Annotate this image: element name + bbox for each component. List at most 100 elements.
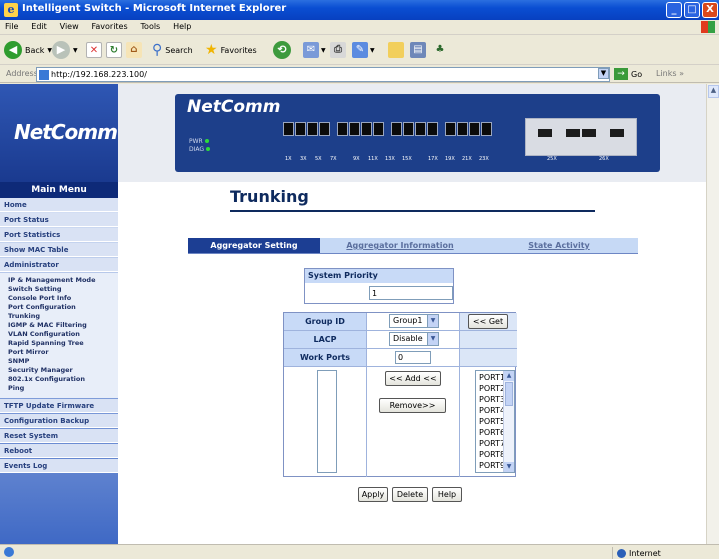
- scrollbar-thumb[interactable]: [505, 382, 513, 406]
- port-icon: [283, 122, 294, 136]
- submenu-ping[interactable]: Ping: [8, 384, 24, 392]
- menu-help[interactable]: Help: [168, 20, 196, 31]
- menu-favorites[interactable]: Favorites: [87, 20, 133, 31]
- list-item[interactable]: PORT4: [479, 406, 505, 415]
- delete-button[interactable]: Delete: [392, 487, 428, 502]
- menu-edit[interactable]: Edit: [26, 20, 52, 31]
- sidebar-item-port-statistics[interactable]: Port Statistics: [0, 228, 118, 242]
- list-item[interactable]: PORT8: [479, 450, 505, 459]
- refresh-button[interactable]: ↻: [106, 39, 122, 61]
- port-icon: [319, 122, 330, 136]
- menu-file[interactable]: File: [0, 20, 23, 31]
- home-button[interactable]: ⌂: [126, 39, 142, 61]
- page-scrollbar[interactable]: ▲: [706, 84, 719, 544]
- address-input[interactable]: http://192.168.223.100/: [36, 67, 610, 82]
- sidebar-item-port-status[interactable]: Port Status: [0, 213, 118, 227]
- sidebar-item-show-mac-table[interactable]: Show MAC Table: [0, 243, 118, 257]
- tab-state-activity[interactable]: State Activity: [480, 238, 638, 253]
- list-item[interactable]: PORT2: [479, 384, 505, 393]
- submenu-security-manager[interactable]: Security Manager: [8, 366, 73, 374]
- go-button[interactable]: → Go: [614, 68, 642, 80]
- submenu-rapid-spanning-tree[interactable]: Rapid Spanning Tree: [8, 339, 84, 347]
- list-item[interactable]: PORT1: [479, 373, 505, 382]
- submenu-8021x-configuration[interactable]: 802.1x Configuration: [8, 375, 85, 383]
- submenu-ip-management[interactable]: IP & Management Mode: [8, 276, 95, 284]
- sidebar-item-home[interactable]: Home: [0, 198, 118, 212]
- sidebar-item-events-log[interactable]: Events Log: [0, 459, 118, 473]
- list-item[interactable]: PORT5: [479, 417, 505, 426]
- get-button[interactable]: << Get: [468, 314, 508, 329]
- work-ports-input[interactable]: [395, 351, 431, 364]
- menu-view[interactable]: View: [55, 20, 84, 31]
- list-item[interactable]: PORT9: [479, 461, 505, 470]
- print-button[interactable]: ⎙: [330, 39, 346, 61]
- submenu-trunking[interactable]: Trunking: [8, 312, 40, 320]
- sidebar-item-administrator[interactable]: Administrator: [0, 258, 118, 272]
- submenu-switch-setting[interactable]: Switch Setting: [8, 285, 62, 293]
- sidebar-item-reboot[interactable]: Reboot: [0, 444, 118, 458]
- edit-button[interactable]: ✎ ▼: [352, 39, 375, 61]
- close-button[interactable]: X: [702, 2, 718, 18]
- page-title: Trunking: [230, 187, 309, 206]
- minimize-button[interactable]: _: [666, 2, 682, 18]
- stop-button[interactable]: ✕: [86, 39, 102, 61]
- submenu-port-mirror[interactable]: Port Mirror: [8, 348, 49, 356]
- ie-logo-icon: e: [4, 3, 18, 17]
- history-button[interactable]: ⟲: [273, 39, 291, 61]
- chevron-down-icon[interactable]: ▼: [504, 462, 514, 472]
- messenger-button[interactable]: ♣: [432, 39, 448, 61]
- sfp-slots: [525, 118, 637, 156]
- lacp-value: Disable: [393, 334, 423, 343]
- system-priority-label: System Priority: [305, 269, 453, 283]
- folder-button[interactable]: [388, 39, 404, 61]
- sidebar-item-tftp-update-firmware[interactable]: TFTP Update Firmware: [0, 399, 118, 413]
- list-item[interactable]: PORT6: [479, 428, 505, 437]
- tab-aggregator-setting[interactable]: Aggregator Setting: [188, 238, 320, 253]
- tab-aggregator-information[interactable]: Aggregator Information: [320, 238, 480, 253]
- system-priority-input[interactable]: [369, 286, 453, 300]
- apply-button[interactable]: Apply: [358, 487, 388, 502]
- chevron-down-icon: ▼: [370, 46, 375, 54]
- list-item[interactable]: PORT7: [479, 439, 505, 448]
- chevron-up-icon[interactable]: ▲: [504, 371, 514, 381]
- address-bar: Address http://192.168.223.100/ ▼ → Go L…: [0, 66, 719, 83]
- search-button[interactable]: ⚲ Search: [152, 39, 193, 61]
- list-actions-cell: << Add << Remove>>: [366, 367, 460, 477]
- sidebar-item-reset-system[interactable]: Reset System: [0, 429, 118, 443]
- forward-button[interactable]: ▶ ▼: [52, 39, 78, 61]
- help-button[interactable]: Help: [432, 487, 462, 502]
- research-button[interactable]: ▤: [410, 39, 426, 61]
- favorites-button[interactable]: ★ Favorites: [205, 39, 257, 61]
- submenu-port-configuration[interactable]: Port Configuration: [8, 303, 76, 311]
- address-dropdown-button[interactable]: ▼: [598, 68, 609, 79]
- list-scrollbar[interactable]: ▲ ▼: [503, 371, 514, 472]
- remove-port-button[interactable]: Remove>>: [379, 398, 446, 413]
- address-label: Address: [6, 69, 38, 78]
- submenu-console-port-info[interactable]: Console Port Info: [8, 294, 71, 302]
- go-label: Go: [631, 69, 643, 79]
- get-cell: << Get: [460, 313, 517, 330]
- trunk-member-list[interactable]: [317, 370, 337, 473]
- submenu-snmp[interactable]: SNMP: [8, 357, 29, 365]
- lacp-select[interactable]: Disable ▼: [389, 332, 439, 346]
- globe-icon: [617, 548, 626, 558]
- list-item[interactable]: PORT3: [479, 395, 505, 404]
- submenu-igmp-mac-filtering[interactable]: IGMP & MAC Filtering: [8, 321, 87, 329]
- menu-tools[interactable]: Tools: [136, 20, 166, 31]
- page-status-icon: [4, 547, 14, 557]
- chevron-down-icon: ▼: [73, 46, 78, 54]
- back-button[interactable]: ◀ Back ▼: [4, 39, 52, 61]
- logo-cell: NetComm: [0, 84, 118, 182]
- submenu-vlan-configuration[interactable]: VLAN Configuration: [8, 330, 80, 338]
- available-ports-list[interactable]: PORT1 PORT2 PORT3 PORT4 PORT5 PORT6 PORT…: [475, 370, 515, 473]
- back-arrow-icon: ◀: [4, 41, 22, 59]
- maximize-button[interactable]: □: [684, 2, 700, 18]
- add-port-button[interactable]: << Add <<: [385, 371, 441, 386]
- chevron-up-icon[interactable]: ▲: [708, 85, 719, 98]
- mail-button[interactable]: ✉ ▼: [303, 39, 326, 61]
- group-id-select[interactable]: Group1 ▼: [389, 314, 439, 328]
- links-button[interactable]: Links »: [656, 69, 684, 78]
- lacp-cell: Disable ▼: [366, 331, 460, 348]
- sidebar-item-configuration-backup[interactable]: Configuration Backup: [0, 414, 118, 428]
- port-icon: [349, 122, 360, 136]
